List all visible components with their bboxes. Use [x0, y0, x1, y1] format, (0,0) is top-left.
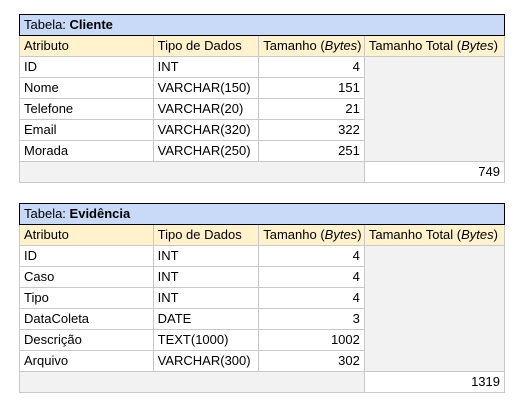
header-tipo-de-dados: Tipo de Dados [152, 224, 260, 246]
table-title: Tabela: Evidência [19, 203, 505, 225]
cell-attr: Telefone [19, 98, 154, 120]
header-tamanho: Tamanho (Bytes) [258, 35, 365, 57]
header-total-a: Tamanho Total ( [368, 227, 462, 242]
cell-attr: Tipo [19, 287, 154, 309]
header-total-b: Bytes [461, 38, 494, 53]
cell-attr: Descrição [19, 329, 154, 351]
header-tamanho-c: ) [357, 227, 362, 242]
cell-attr: Email [19, 119, 154, 141]
cell-attr: Morada [19, 140, 154, 162]
cell-size: 21 [258, 98, 365, 120]
header-tipo-de-dados: Tipo de Dados [152, 35, 260, 57]
cell-attr: ID [19, 245, 154, 267]
total-value: 1319 [363, 371, 506, 393]
cell-attr: Arquivo [19, 350, 154, 372]
header-total-c: ) [493, 38, 498, 53]
cell-size: 3 [258, 308, 365, 330]
cell-type: VARCHAR(150) [152, 77, 260, 99]
table-row: ID INT 4 [19, 56, 506, 162]
footer-row: 1319 [19, 371, 506, 393]
table-title: Tabela: Cliente [19, 14, 505, 36]
cell-size: 4 [258, 266, 365, 288]
table-title-row: Tabela: Evidência [19, 203, 505, 225]
cell-type: INT [152, 266, 260, 288]
cell-attr: DataColeta [19, 308, 154, 330]
header-tamanho: Tamanho (Bytes) [258, 224, 365, 246]
header-tamanho-a: Tamanho ( [263, 227, 325, 242]
table-row: ID INT 4 [19, 245, 506, 372]
cell-size: 1002 [258, 329, 365, 351]
cell-size: 251 [258, 140, 365, 162]
cell-size: 151 [258, 77, 365, 99]
table-title-prefix: Tabela: [24, 206, 70, 221]
header-tamanho-c: ) [357, 38, 362, 53]
cell-total-merged [363, 56, 506, 162]
footer-empty [19, 371, 365, 393]
cell-size: 322 [258, 119, 365, 141]
cell-size: 302 [258, 350, 365, 372]
header-tamanho-a: Tamanho ( [263, 38, 325, 53]
cell-size: 4 [258, 56, 365, 78]
header-total-c: ) [493, 227, 498, 242]
cell-type: VARCHAR(250) [152, 140, 260, 162]
total-value: 749 [363, 161, 506, 183]
footer-empty [19, 161, 365, 183]
cell-type: TEXT(1000) [152, 329, 260, 351]
cell-attr: ID [19, 56, 154, 78]
table-evidencia: Tabela: Evidência Atributo Tipo de Dados… [19, 203, 506, 393]
header-atributo: Atributo [19, 35, 154, 57]
table-cliente: Tabela: Cliente Atributo Tipo de Dados T… [19, 14, 506, 183]
cell-type: VARCHAR(320) [152, 119, 260, 141]
cell-type: DATE [152, 308, 260, 330]
cell-type: VARCHAR(20) [152, 98, 260, 120]
header-tamanho-b: Bytes [324, 227, 358, 242]
table-title-prefix: Tabela: [24, 17, 70, 32]
footer-row: 749 [19, 161, 506, 183]
header-row: Atributo Tipo de Dados Tamanho (Bytes) T… [19, 224, 506, 246]
header-tamanho-total: Tamanho Total (Bytes) [363, 35, 506, 57]
cell-size: 4 [258, 245, 365, 267]
header-total-a: Tamanho Total ( [368, 38, 462, 53]
cell-type: INT [152, 56, 260, 78]
header-atributo: Atributo [19, 224, 154, 246]
header-tamanho-total: Tamanho Total (Bytes) [363, 224, 506, 246]
cell-type: INT [152, 287, 260, 309]
header-row: Atributo Tipo de Dados Tamanho (Bytes) T… [19, 35, 506, 57]
table-title-name: Cliente [69, 17, 113, 32]
table-title-row: Tabela: Cliente [19, 14, 505, 36]
cell-attr: Nome [19, 77, 154, 99]
cell-type: INT [152, 245, 260, 267]
cell-attr: Caso [19, 266, 154, 288]
cell-type: VARCHAR(300) [152, 350, 260, 372]
header-tamanho-b: Bytes [324, 38, 358, 53]
table-title-name: Evidência [69, 206, 131, 221]
cell-total-merged [363, 245, 506, 372]
header-total-b: Bytes [461, 227, 494, 242]
cell-size: 4 [258, 287, 365, 309]
